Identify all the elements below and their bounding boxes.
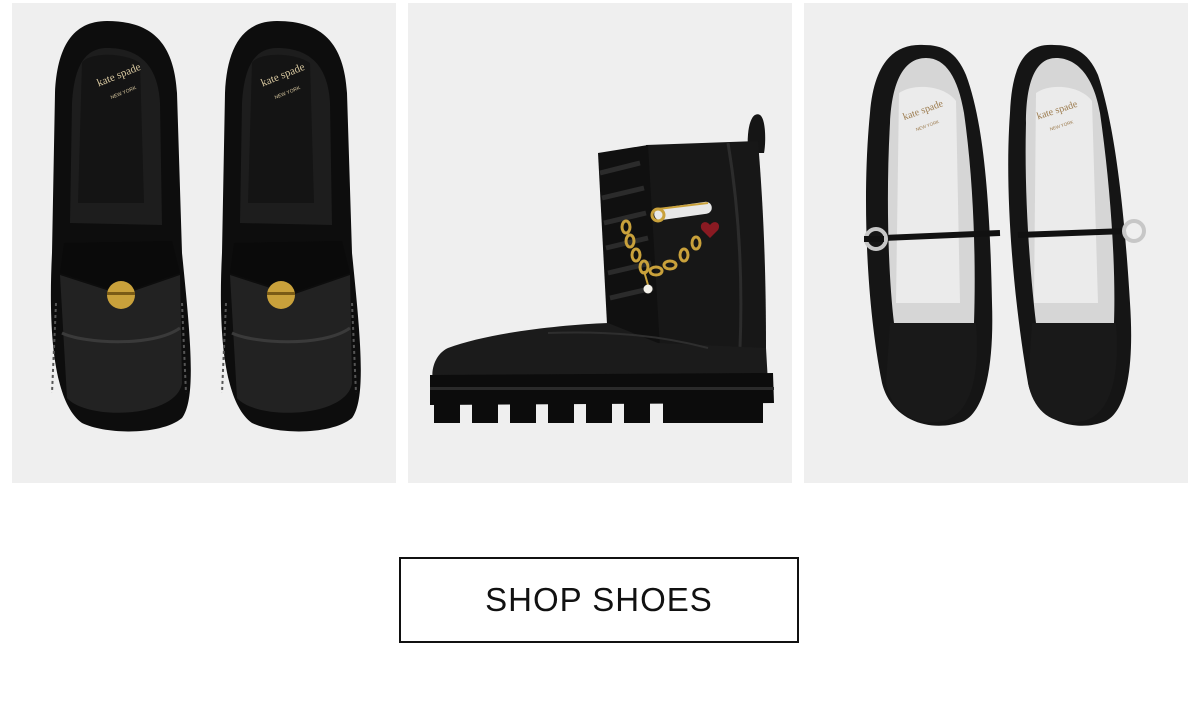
left-flat: kate spade NEW YORK — [864, 44, 1001, 426]
right-flat: kate spade NEW YORK — [1008, 44, 1146, 426]
combat-boot — [430, 114, 774, 423]
boot-lugs — [434, 401, 763, 423]
product-image-mary-jane-flats[interactable]: kate spade NEW YORK kate spade NEW YORK — [804, 3, 1188, 483]
shop-shoes-button[interactable]: SHOP SHOES — [399, 557, 799, 643]
product-image-combat-boot[interactable] — [408, 3, 792, 483]
shop-shoes-label: SHOP SHOES — [485, 581, 713, 618]
combat-boot-image — [430, 114, 774, 423]
right-loafer: kate spade NEW YORK — [220, 21, 361, 432]
left-loafer: kate spade NEW YORK — [50, 21, 191, 432]
product-image-loafers[interactable]: kate spade NEW YORK kate spade NEW YORK — [12, 3, 396, 483]
loafers-image: kate spade NEW YORK kate spade NEW YORK — [50, 21, 361, 432]
mary-jane-flats-image: kate spade NEW YORK kate spade NEW YORK — [864, 44, 1146, 426]
